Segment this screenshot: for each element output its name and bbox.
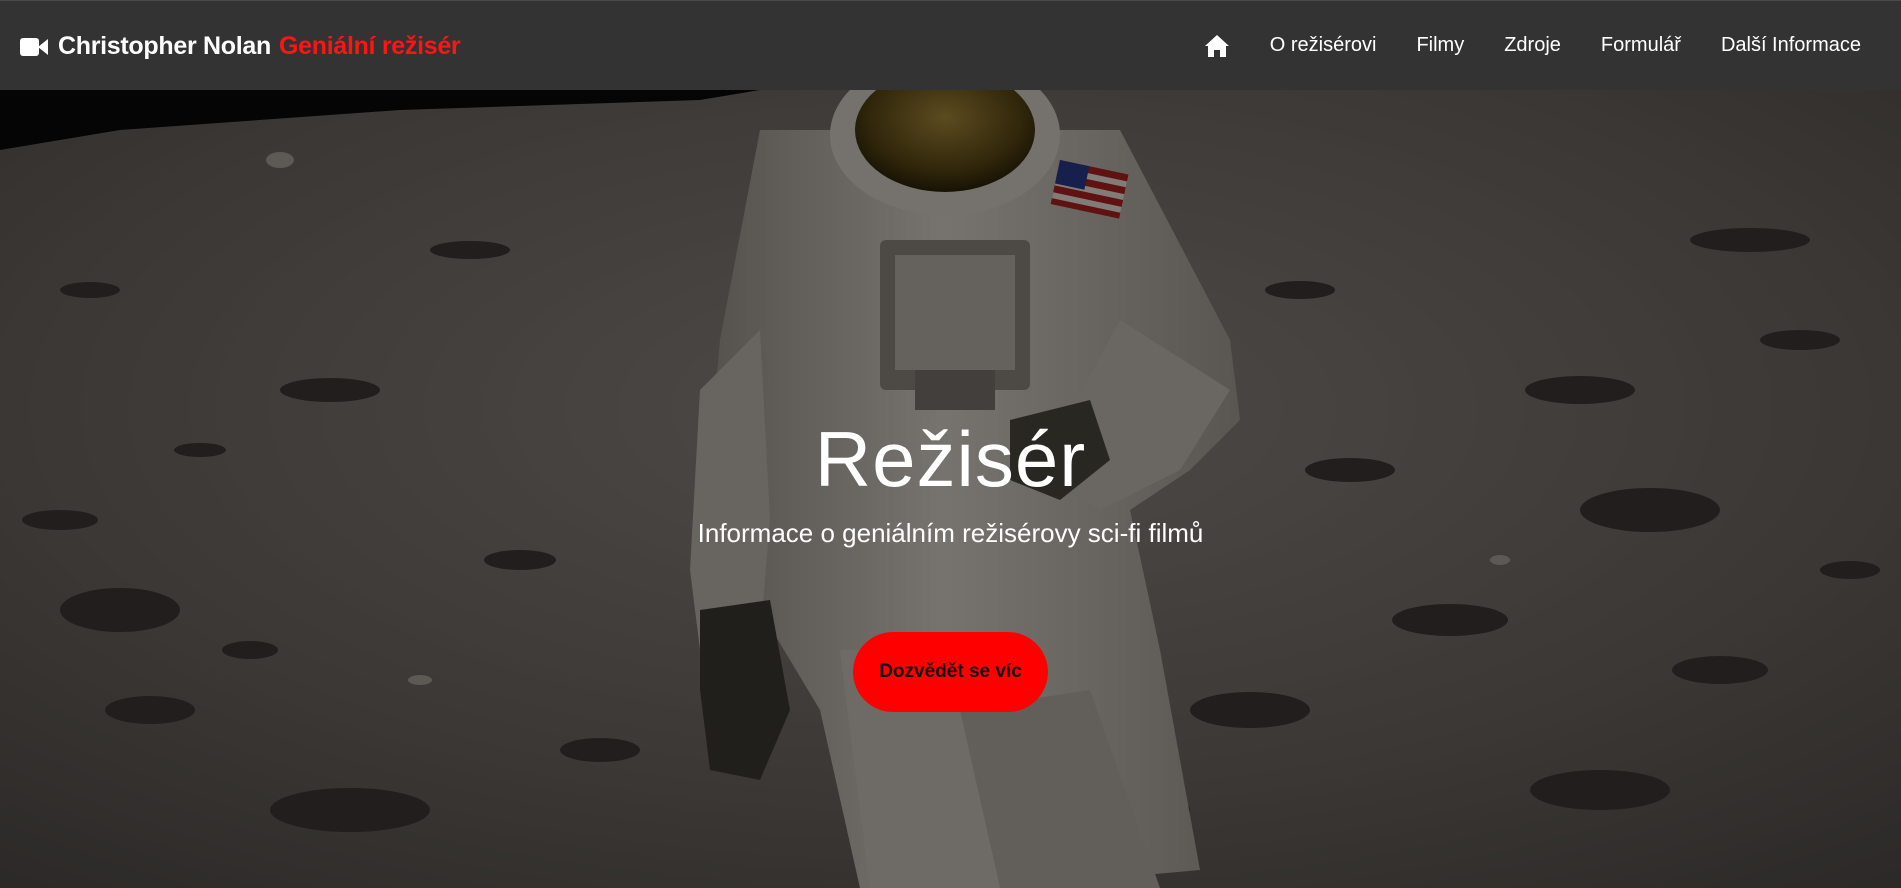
video-camera-icon <box>20 37 50 57</box>
nav-menu: O režisérovi Filmy Zdroje Formulář Další… <box>1204 34 1861 58</box>
nav-link-dalsi-informace[interactable]: Další Informace <box>1721 34 1861 56</box>
brand-logo[interactable]: Christopher Nolan Geniální režisér <box>20 32 461 61</box>
hero-content: Režisér Informace o geniálním režisérovy… <box>0 420 1901 712</box>
nav-link-zdroje[interactable]: Zdroje <box>1504 34 1561 56</box>
nav-item-form: Formulář <box>1601 34 1681 57</box>
hero-title: Režisér <box>814 415 1087 503</box>
nav-item-more-info: Další Informace <box>1721 34 1861 57</box>
home-icon <box>1204 34 1229 57</box>
learn-more-button[interactable]: Dozvědět se víc <box>853 632 1048 712</box>
nav-item-about: O režisérovi <box>1270 34 1377 57</box>
home-link[interactable] <box>1204 34 1230 58</box>
brand-name: Christopher Nolan <box>58 32 271 60</box>
nav-item-home <box>1204 34 1230 58</box>
nav-item-films: Filmy <box>1416 34 1464 57</box>
hero-section: Režisér Informace o geniálním režisérovy… <box>0 90 1901 888</box>
nav-link-filmy[interactable]: Filmy <box>1416 34 1464 56</box>
nav-link-o-reziserovi[interactable]: O režisérovi <box>1270 34 1377 56</box>
nav-item-sources: Zdroje <box>1504 34 1561 57</box>
nav-link-formular[interactable]: Formulář <box>1601 34 1681 56</box>
brand-tagline: Geniální režisér <box>278 32 461 60</box>
hero-subtitle: Informace o geniálním režisérovy sci-fi … <box>697 518 1204 548</box>
page: Christopher Nolan Geniální režisér O rež… <box>0 0 1901 888</box>
navbar: Christopher Nolan Geniální režisér O rež… <box>0 0 1901 90</box>
